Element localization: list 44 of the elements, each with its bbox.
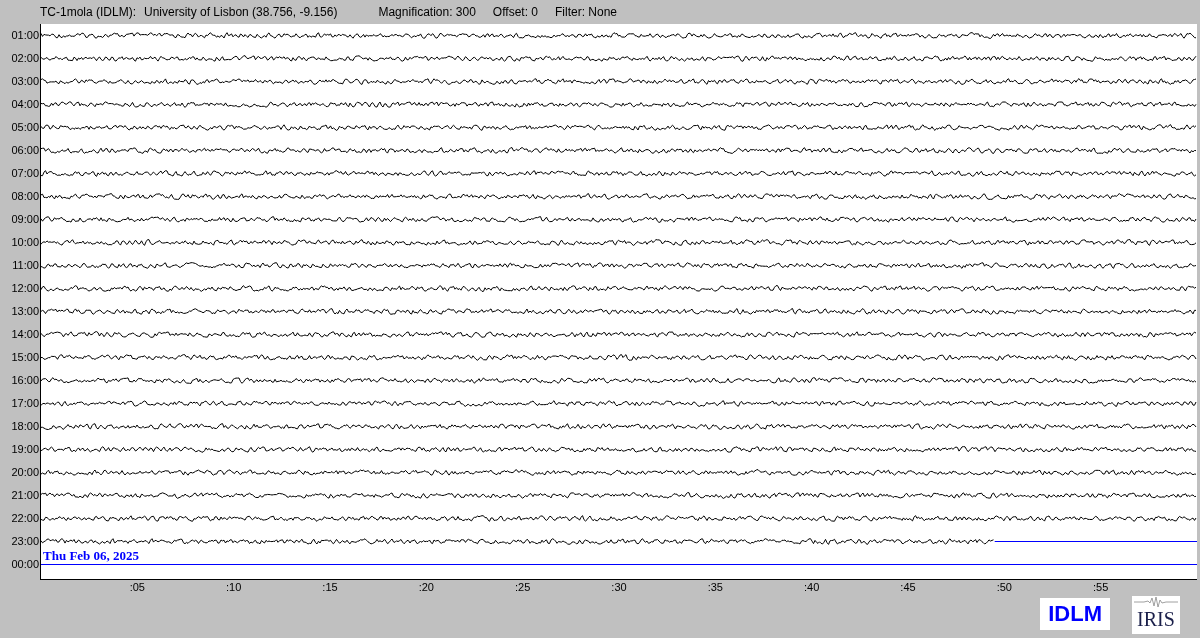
minute-tick-label: :15 bbox=[322, 581, 338, 593]
hour-label: 17:00 bbox=[10, 396, 40, 411]
date-label: Thu Feb 06, 2025 bbox=[43, 548, 140, 563]
station-name: TC-1mola (IDLM): bbox=[40, 5, 136, 19]
filter-text: Filter: None bbox=[555, 5, 618, 19]
hour-label: 18:00 bbox=[10, 419, 40, 434]
hour-label: 09:00 bbox=[10, 212, 40, 227]
network-logo: IRIS bbox=[1132, 596, 1180, 634]
station-location: University of Lisbon (38.756, -9.156) bbox=[144, 5, 338, 19]
minute-tick-label: :30 bbox=[611, 581, 627, 593]
hour-label: 10:00 bbox=[10, 235, 40, 250]
hour-label: 04:00 bbox=[10, 97, 40, 112]
hour-label: 13:00 bbox=[10, 304, 40, 319]
hour-label: 21:00 bbox=[10, 488, 40, 503]
hour-label: 12:00 bbox=[10, 281, 40, 296]
hour-label: 08:00 bbox=[10, 189, 40, 204]
minute-tick-label: :10 bbox=[226, 581, 242, 593]
hour-label: 00:00 bbox=[10, 557, 40, 572]
hour-label: 14:00 bbox=[10, 327, 40, 342]
hour-label: 19:00 bbox=[10, 442, 40, 457]
minute-tick-label: :05 bbox=[129, 581, 145, 593]
hour-label: 23:00 bbox=[10, 534, 40, 549]
minute-tick-label: :50 bbox=[996, 581, 1012, 593]
hour-label: 07:00 bbox=[10, 166, 40, 181]
hour-label: 05:00 bbox=[10, 120, 40, 135]
offset-text: Offset: 0 bbox=[492, 5, 538, 19]
hour-label: 22:00 bbox=[10, 511, 40, 526]
waveform-icon bbox=[1134, 596, 1178, 608]
hour-label: 15:00 bbox=[10, 350, 40, 365]
minute-tick-label: :20 bbox=[418, 581, 434, 593]
minute-tick-label: :35 bbox=[707, 581, 723, 593]
minute-tick-label: :40 bbox=[804, 581, 820, 593]
minute-tick-label: :45 bbox=[900, 581, 916, 593]
minute-tick-label: :55 bbox=[1093, 581, 1109, 593]
hour-label: 16:00 bbox=[10, 373, 40, 388]
magnification-text: Magnification: 300 bbox=[378, 5, 476, 19]
hour-label: 20:00 bbox=[10, 465, 40, 480]
hour-label: 03:00 bbox=[10, 74, 40, 89]
hour-label: 02:00 bbox=[10, 51, 40, 66]
hour-label: 11:00 bbox=[11, 258, 40, 273]
station-logo: IDLM bbox=[1040, 598, 1110, 630]
minute-tick-label: :25 bbox=[515, 581, 531, 593]
hour-label: 01:00 bbox=[10, 28, 40, 43]
hour-label: 06:00 bbox=[10, 143, 40, 158]
